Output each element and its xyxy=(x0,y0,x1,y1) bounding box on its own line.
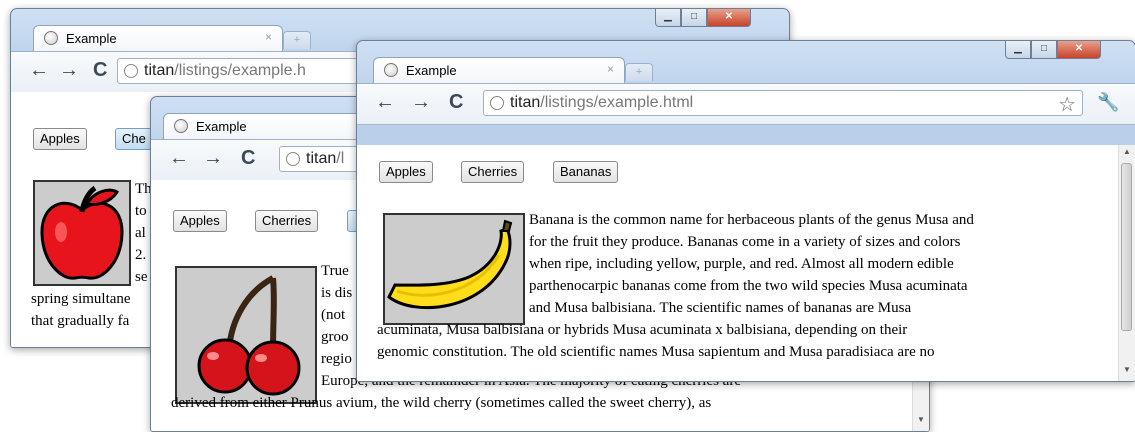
text-line: acuminata, Musa balbisiana or hybrids Mu… xyxy=(377,322,908,338)
text-line: to xyxy=(135,203,147,219)
url-text: titan/listings/example.h xyxy=(144,62,306,80)
tab-title: Example xyxy=(66,31,117,46)
tab-close-icon[interactable]: × xyxy=(607,62,614,76)
text-line: is dis xyxy=(321,285,353,301)
apples-button[interactable]: Apples xyxy=(33,128,87,150)
new-tab-button[interactable]: + xyxy=(283,31,311,49)
browser-window-bananas: Example × + ▁ □ ✕ ← → C titan/listings/e… xyxy=(356,40,1135,382)
page-content: Apples Cherries Bananas Banana is the co… xyxy=(357,145,1135,381)
close-button[interactable]: ✕ xyxy=(1057,41,1101,59)
tab-close-icon[interactable]: × xyxy=(265,30,272,44)
text-line: True xyxy=(321,263,349,279)
cherries-button[interactable]: Cherries xyxy=(461,161,525,183)
vertical-scrollbar[interactable]: ▲ ▼ xyxy=(1118,145,1135,381)
maximize-button[interactable]: □ xyxy=(1031,41,1057,59)
page-favicon-icon xyxy=(44,31,58,45)
text-line: Banana is the common name for herbaceous… xyxy=(529,212,974,228)
close-button[interactable]: ✕ xyxy=(707,9,751,27)
url-host: titan xyxy=(306,150,337,167)
text-line: se xyxy=(135,269,148,285)
text-line: parthenocarpic bananas come from the two… xyxy=(529,278,968,294)
scroll-down-icon[interactable]: ▼ xyxy=(1119,365,1135,379)
reload-icon[interactable]: C xyxy=(241,147,255,170)
tab-strip: Example × + ▁ □ ✕ xyxy=(357,41,1135,84)
text-line: when ripe, including yellow, purple, and… xyxy=(529,256,954,272)
url-path: /listings/example.html xyxy=(540,94,694,111)
apples-button[interactable]: Apples xyxy=(379,161,433,183)
url-host: titan xyxy=(144,62,175,79)
cherries-button[interactable]: Cherries xyxy=(255,210,319,232)
page-favicon-icon xyxy=(174,119,188,133)
window-controls: ▁ □ ✕ xyxy=(1005,41,1101,59)
text-line: for the fruit they produce. Bananas come… xyxy=(529,234,961,250)
star-icon[interactable]: ☆ xyxy=(1058,92,1076,117)
cherries-image xyxy=(175,266,317,404)
back-arrow-icon[interactable]: ← xyxy=(29,59,49,82)
forward-arrow-icon[interactable]: → xyxy=(59,59,79,82)
forward-arrow-icon[interactable]: → xyxy=(203,147,223,170)
globe-icon xyxy=(124,64,138,78)
back-arrow-icon[interactable]: ← xyxy=(169,147,189,170)
text-line: that gradually fa xyxy=(31,313,130,329)
text-line: 2. xyxy=(135,247,147,263)
new-tab-button[interactable]: + xyxy=(625,63,653,81)
url-path: /l xyxy=(336,150,345,167)
url-text: titan/l xyxy=(306,150,344,168)
scrollbar-thumb[interactable] xyxy=(1121,163,1132,331)
text-line: and Musa balbisiana. The scientific name… xyxy=(529,300,912,316)
page-favicon-icon xyxy=(384,63,398,77)
maximize-button[interactable]: □ xyxy=(681,9,707,27)
globe-icon xyxy=(490,96,504,110)
text-line: groo xyxy=(321,329,349,345)
apples-button[interactable]: Apples xyxy=(173,210,227,232)
globe-icon xyxy=(286,152,300,166)
bananas-button[interactable]: Bananas xyxy=(553,161,619,183)
window-controls: ▁ □ ✕ xyxy=(655,9,751,27)
tab-title: Example xyxy=(406,63,457,78)
minimize-button[interactable]: ▁ xyxy=(655,9,681,27)
scroll-up-icon[interactable]: ▲ xyxy=(1119,147,1135,161)
minimize-button[interactable]: ▁ xyxy=(1005,41,1031,59)
forward-arrow-icon[interactable]: → xyxy=(411,91,431,114)
text-line: derived from either Prunus avium, the wi… xyxy=(171,395,712,411)
address-bar[interactable]: titan/listings/example.html ☆ xyxy=(483,90,1083,116)
apple-image xyxy=(33,180,131,286)
tab-example[interactable]: Example × xyxy=(33,25,283,52)
text-line: genomic constitution. The old scientific… xyxy=(377,344,935,360)
url-path: /listings/example.h xyxy=(174,62,306,79)
text-line: regio xyxy=(321,351,352,367)
wrench-icon[interactable]: 🔧 xyxy=(1097,92,1119,113)
tab-title: Example xyxy=(196,119,247,134)
text-line: spring simultane xyxy=(31,291,131,307)
reload-icon[interactable]: C xyxy=(93,59,107,82)
url-host: titan xyxy=(510,94,541,111)
tab-example[interactable]: Example × xyxy=(373,57,625,84)
reload-icon[interactable]: C xyxy=(449,91,463,114)
text-line: al xyxy=(135,225,146,241)
toolbar: ← → C titan/listings/example.html ☆ 🔧 xyxy=(357,83,1135,125)
back-arrow-icon[interactable]: ← xyxy=(375,91,395,114)
banana-image xyxy=(383,213,525,325)
text-line: (not xyxy=(321,307,346,323)
url-text: titan/listings/example.html xyxy=(510,94,693,112)
cherries-button[interactable]: Che xyxy=(115,128,153,150)
scroll-down-icon[interactable]: ▼ xyxy=(913,415,929,429)
